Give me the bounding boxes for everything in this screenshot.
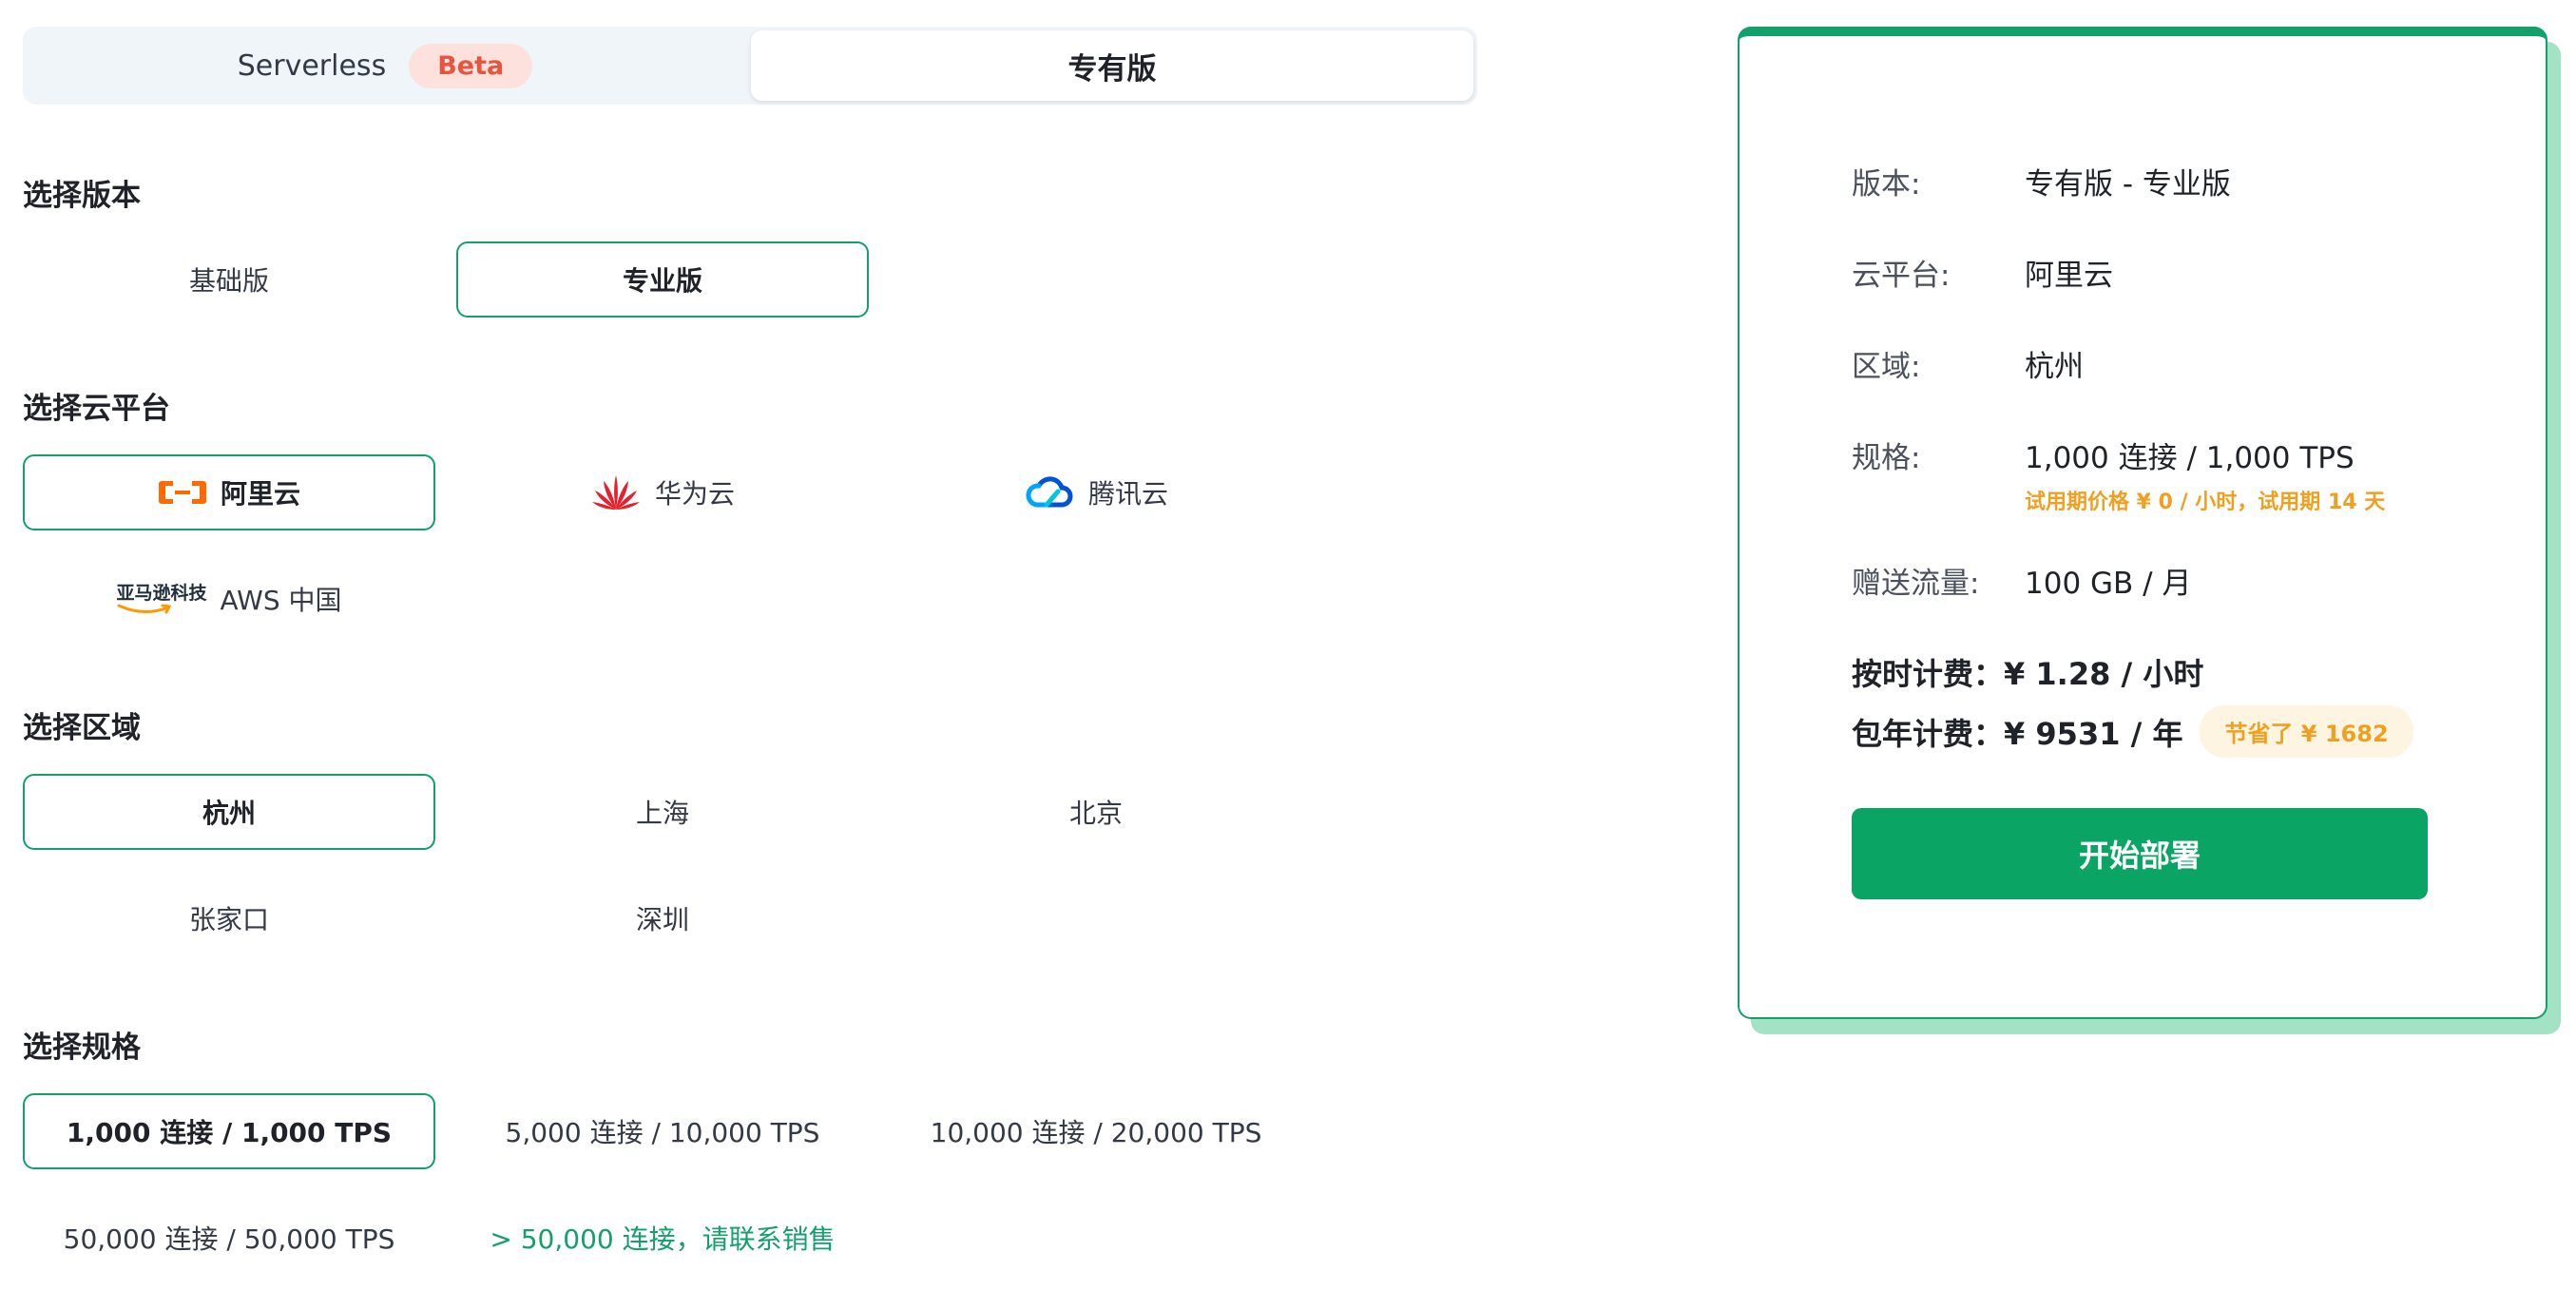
- summary-spec-row: 规格: 1,000 连接 / 1,000 TPS: [1852, 433, 2355, 476]
- region-option-beijing[interactable]: 北京: [890, 774, 1302, 850]
- summary-card: 版本: 专有版 - 专业版 云平台: 阿里云 区域: 杭州 规格: 1,000 …: [1738, 27, 2547, 1019]
- contact-sales-link[interactable]: > 50,000 连接，请联系销售: [456, 1200, 869, 1276]
- tab-serverless-label: Serverless: [237, 48, 387, 83]
- summary-traffic-key: 赠送流量:: [1852, 567, 1980, 601]
- summary-cloud-value: 阿里云: [2025, 259, 2113, 293]
- spec-option-50000[interactable]: 50,000 连接 / 50,000 TPS: [23, 1200, 435, 1276]
- hourly-price: 按时计费：¥ 1.28 / 小时: [1852, 650, 2203, 694]
- cloud-option-label: 阿里云: [220, 478, 300, 510]
- summary-cloud-row: 云平台: 阿里云: [1852, 251, 2113, 294]
- edition-option-basic[interactable]: 基础版: [23, 241, 435, 318]
- amazon-logo-text: 亚马逊科技: [116, 583, 207, 604]
- deploy-button[interactable]: 开始部署: [1852, 808, 2428, 899]
- cloud-option-aws-china[interactable]: 亚马逊科技 AWS 中国: [23, 561, 435, 637]
- summary-edition-row: 版本: 专有版 - 专业版: [1852, 160, 2231, 202]
- summary-region-row: 区域: 杭州: [1852, 342, 2084, 385]
- region-option-label: 上海: [635, 798, 689, 829]
- savings-badge: 节省了 ¥ 1682: [2200, 705, 2413, 758]
- spec-option-label: 10,000 连接 / 20,000 TPS: [930, 1117, 1262, 1148]
- mode-switch: Serverless Beta 专有版: [23, 27, 1477, 105]
- edition-option-pro[interactable]: 专业版: [456, 241, 869, 318]
- spec-option-5000[interactable]: 5,000 连接 / 10,000 TPS: [456, 1093, 869, 1169]
- region-option-zhangjiakou[interactable]: 张家口: [23, 880, 435, 956]
- cloud-option-label: AWS 中国: [220, 585, 342, 616]
- huawei-logo-icon: [590, 473, 642, 511]
- aliyun-logo-icon: [158, 477, 207, 508]
- cloud-option-label: 华为云: [654, 478, 735, 510]
- beta-badge: Beta: [409, 43, 533, 88]
- trial-price-note: 试用期价格 ¥ 0 / 小时，试用期 14 天: [2025, 491, 2386, 514]
- amazon-logo-icon: 亚马逊科技: [117, 583, 207, 615]
- summary-cloud-key: 云平台:: [1852, 259, 1951, 293]
- tab-serverless[interactable]: Serverless Beta: [23, 27, 747, 105]
- edition-option-label: 专业版: [622, 265, 702, 297]
- spec-option-1000[interactable]: 1,000 连接 / 1,000 TPS: [23, 1093, 435, 1169]
- cloud-option-label: 腾讯云: [1087, 478, 1168, 510]
- hourly-price-text: 按时计费：¥ 1.28 / 小时: [1852, 656, 2204, 692]
- summary-traffic-row: 赠送流量: 100 GB / 月: [1852, 559, 2191, 602]
- tab-dedicated-label: 专有版: [1067, 51, 1157, 87]
- region-option-label: 北京: [1068, 798, 1123, 829]
- tab-dedicated[interactable]: 专有版: [751, 30, 1473, 101]
- region-option-hangzhou[interactable]: 杭州: [23, 774, 435, 850]
- cloud-option-aliyun[interactable]: 阿里云: [23, 454, 435, 530]
- edition-section-title: 选择版本: [23, 179, 141, 213]
- summary-traffic-value: 100 GB / 月: [2025, 567, 2192, 601]
- spec-option-label: 50,000 连接 / 50,000 TPS: [63, 1223, 395, 1255]
- cloud-option-tencent[interactable]: 腾讯云: [890, 454, 1302, 530]
- edition-option-label: 基础版: [188, 265, 269, 297]
- summary-spec-value: 1,000 连接 / 1,000 TPS: [2025, 441, 2355, 475]
- cloud-option-huawei[interactable]: 华为云: [456, 454, 869, 530]
- spec-section-title: 选择规格: [23, 1031, 141, 1065]
- contact-sales-label: > 50,000 连接，请联系销售: [490, 1223, 836, 1255]
- summary-edition-value: 专有版 - 专业版: [2025, 167, 2231, 202]
- summary-spec-key: 规格:: [1852, 441, 1921, 475]
- spec-option-label: 5,000 连接 / 10,000 TPS: [505, 1117, 820, 1148]
- region-option-label: 杭州: [202, 798, 256, 829]
- region-section-title: 选择区域: [23, 711, 141, 745]
- region-option-shanghai[interactable]: 上海: [456, 774, 869, 850]
- summary-region-key: 区域:: [1852, 350, 1921, 384]
- spec-option-10000[interactable]: 10,000 连接 / 20,000 TPS: [890, 1093, 1302, 1169]
- summary-edition-key: 版本:: [1852, 167, 1921, 202]
- yearly-price-text: 包年计费：¥ 9531 / 年: [1852, 715, 2183, 752]
- summary-region-value: 杭州: [2025, 350, 2084, 384]
- region-option-label: 深圳: [635, 904, 689, 935]
- spec-option-label: 1,000 连接 / 1,000 TPS: [66, 1117, 393, 1148]
- region-option-shenzhen[interactable]: 深圳: [456, 880, 869, 956]
- tencent-cloud-logo-icon: [1024, 474, 1075, 511]
- cloud-section-title: 选择云平台: [23, 392, 170, 426]
- region-option-label: 张家口: [188, 904, 269, 935]
- yearly-price: 包年计费：¥ 9531 / 年 节省了 ¥ 1682: [1852, 705, 2413, 758]
